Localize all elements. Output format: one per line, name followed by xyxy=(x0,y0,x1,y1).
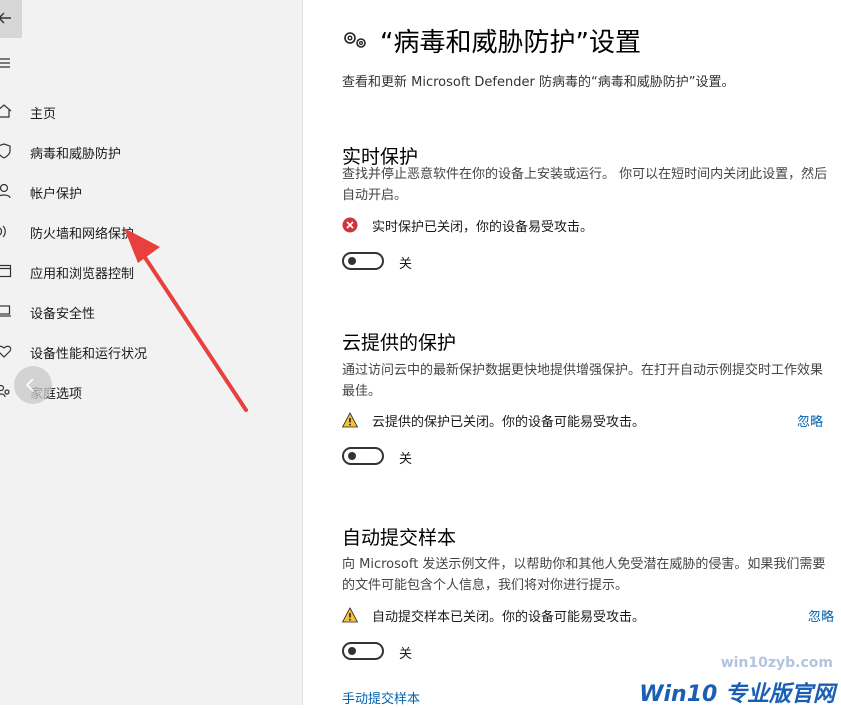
section-description-sample-submission: 向 Microsoft 发送示例文件，以帮助你和其他人免受潜在威胁的侵害。如果我… xyxy=(342,557,826,593)
page-title: “病毒和威胁防护”设置 xyxy=(380,28,641,58)
sidebar-item-device-performance[interactable]: 设备性能和运行状况 xyxy=(0,340,300,364)
sidebar-item-label: 防火墙和网络保护 xyxy=(30,227,135,242)
toggle-knob xyxy=(348,452,356,460)
status-realtime: 实时保护已关闭，你的设备易受攻击。 xyxy=(342,215,834,235)
status-cloud: 云提供的保护已关闭。你的设备可能易受攻击。 忽略 xyxy=(342,410,834,430)
gear-icon xyxy=(344,32,366,48)
hamburger-menu-icon[interactable] xyxy=(0,57,12,69)
back-arrow-icon xyxy=(0,12,11,24)
toggle-state-label: 关 xyxy=(399,257,413,272)
sidebar-item-label: 应用和浏览器控制 xyxy=(30,267,135,282)
warning-icon xyxy=(342,607,358,623)
ignore-link-sample-submission[interactable]: 忽略 xyxy=(808,606,834,625)
status-sample-submission: 自动提交样本已关闭。你的设备可能易受攻击。 忽略 xyxy=(342,605,834,625)
sidebar-item-device-security[interactable]: 设备安全性 xyxy=(0,300,300,324)
section-description-realtime: 查找并停止恶意软件在你的设备上安装或运行。 你可以在短时间内关闭此设置，然后自动… xyxy=(342,167,828,203)
watermark-logo: Win10 专业版官网 xyxy=(639,682,835,707)
status-text: 实时保护已关闭，你的设备易受攻击。 xyxy=(372,220,594,235)
home-icon xyxy=(0,104,12,118)
navigation-sidebar: 主页 病毒和威胁防护 帐户保护 防火墙和网络保护 应用和浏览器控制 设备安全性 … xyxy=(0,0,303,705)
error-icon xyxy=(342,217,358,233)
watermark-site: win10zyb.com xyxy=(720,655,833,671)
laptop-icon xyxy=(0,305,11,317)
sidebar-item-label: 设备性能和运行状况 xyxy=(30,347,148,362)
warning-icon xyxy=(342,412,358,428)
shield-icon xyxy=(0,143,11,159)
sidebar-item-app-browser-control[interactable]: 应用和浏览器控制 xyxy=(0,260,300,284)
family-icon xyxy=(0,384,10,398)
section-description-cloud: 通过访问云中的最新保护数据更快地提供增强保护。在打开自动示例提交时工作效果最佳。 xyxy=(342,363,824,399)
toggle-knob xyxy=(348,257,356,265)
sidebar-item-label: 设备安全性 xyxy=(30,307,96,322)
status-text: 云提供的保护已关闭。你的设备可能易受攻击。 xyxy=(372,415,646,430)
toggle-state-label: 关 xyxy=(399,452,413,467)
toggle-knob xyxy=(348,647,356,655)
sidebar-item-virus-protection[interactable]: 病毒和威胁防护 xyxy=(0,140,300,164)
section-title-cloud: 云提供的保护 xyxy=(342,332,457,354)
heart-icon xyxy=(0,345,12,358)
app-window-icon xyxy=(0,264,12,278)
toggle-state-label: 关 xyxy=(399,647,413,662)
settings-content: “病毒和威胁防护”设置 查看和更新 Microsoft Defender 防病毒… xyxy=(302,0,841,707)
sidebar-item-label: 主页 xyxy=(30,107,57,122)
back-button[interactable] xyxy=(0,0,22,38)
chevron-left-icon xyxy=(25,378,34,392)
page-description: 查看和更新 Microsoft Defender 防病毒的“病毒和威胁防护”设置… xyxy=(342,75,735,90)
sidebar-item-account-protection[interactable]: 帐户保护 xyxy=(0,180,300,204)
cloud-protection-toggle[interactable] xyxy=(342,447,384,465)
ignore-link-cloud[interactable]: 忽略 xyxy=(797,411,823,430)
wifi-icon xyxy=(0,225,6,238)
sidebar-item-firewall[interactable]: 防火墙和网络保护 xyxy=(0,220,300,244)
collapse-sidebar-button[interactable] xyxy=(14,366,52,404)
sidebar-item-label: 帐户保护 xyxy=(30,187,83,202)
section-title-sample-submission: 自动提交样本 xyxy=(342,527,457,549)
sidebar-item-label: 病毒和威胁防护 xyxy=(30,147,122,162)
sidebar-item-home[interactable]: 主页 xyxy=(0,100,300,124)
realtime-protection-toggle[interactable] xyxy=(342,252,384,270)
manual-submit-sample-link[interactable]: 手动提交样本 xyxy=(342,688,420,707)
person-icon xyxy=(0,183,11,199)
sample-submission-toggle[interactable] xyxy=(342,642,384,660)
status-text: 自动提交样本已关闭。你的设备可能易受攻击。 xyxy=(372,610,646,625)
